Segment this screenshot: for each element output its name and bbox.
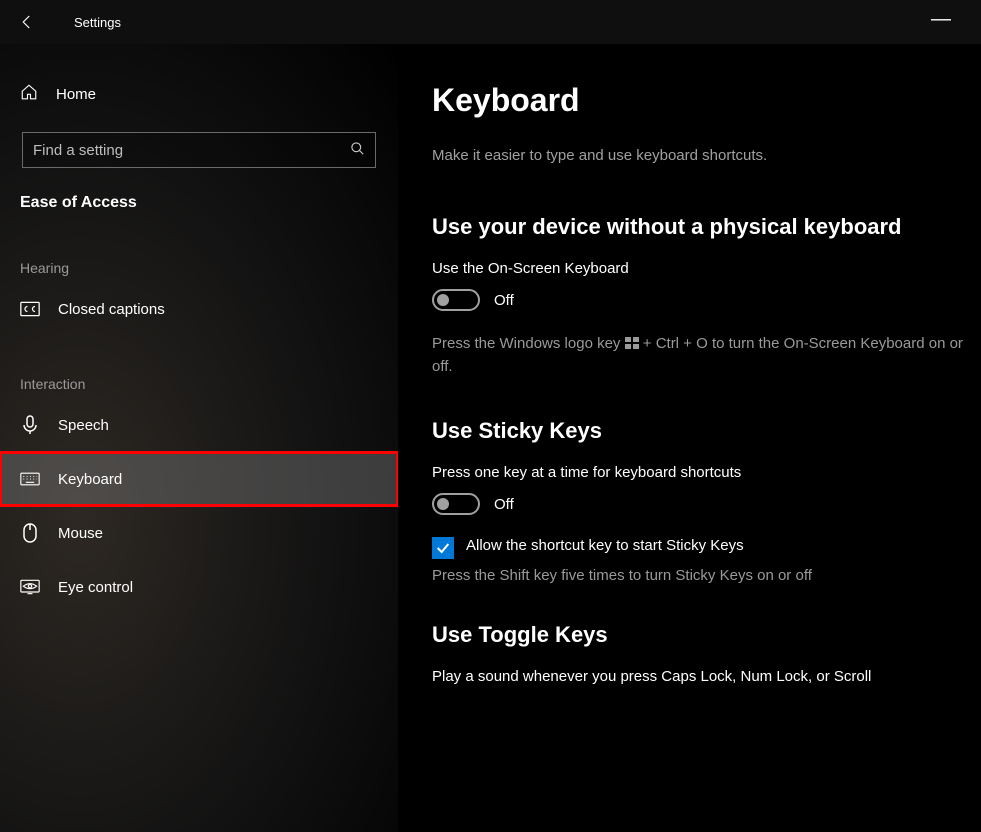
search-box[interactable] [22,132,376,168]
sticky-keys-state: Off [494,496,514,513]
keyboard-icon [20,472,40,486]
nav-home[interactable]: Home [0,70,398,118]
nav-eye-control-label: Eye control [58,579,133,596]
search-input[interactable] [33,142,350,159]
nav-speech-label: Speech [58,417,109,434]
nav-closed-captions-label: Closed captions [58,301,165,318]
section-sticky-keys-heading: Use Sticky Keys [432,418,969,444]
nav-keyboard[interactable]: Keyboard [0,452,398,506]
onscreen-keyboard-label: Use the On-Screen Keyboard [432,260,969,277]
onscreen-keyboard-toggle[interactable] [432,289,480,311]
onscreen-keyboard-state: Off [494,292,514,309]
back-button[interactable] [18,13,46,31]
nav-keyboard-label: Keyboard [58,471,122,488]
onscreen-keyboard-hint: Press the Windows logo key + Ctrl + O to… [432,333,969,378]
page-title: Keyboard [432,82,969,119]
titlebar: Settings — [0,0,981,44]
microphone-icon [20,415,40,435]
nav-mouse[interactable]: Mouse [0,506,398,560]
group-hearing: Hearing [0,220,398,282]
toggle-keys-desc: Play a sound whenever you press Caps Loc… [432,668,969,685]
nav-home-label: Home [56,86,96,103]
content-area: Keyboard Make it easier to type and use … [398,44,981,832]
eye-control-icon [20,579,40,595]
windows-key-icon [625,337,639,349]
nav-mouse-label: Mouse [58,525,103,542]
sticky-keys-toggle[interactable] [432,493,480,515]
nav-speech[interactable]: Speech [0,398,398,452]
sidebar: Home Ease of Access Hearing Closed capti… [0,44,398,832]
sticky-keys-label: Press one key at a time for keyboard sho… [432,464,969,481]
window-title: Settings [74,15,121,30]
sticky-keys-shortcut-checkbox[interactable] [432,537,454,559]
closed-captions-icon [20,301,40,317]
nav-closed-captions[interactable]: Closed captions [0,282,398,336]
page-subtitle: Make it easier to type and use keyboard … [432,147,969,164]
section-physical-keyboard-heading: Use your device without a physical keybo… [432,214,969,240]
nav-eye-control[interactable]: Eye control [0,560,398,614]
category-title: Ease of Access [0,168,398,220]
section-toggle-keys-heading: Use Toggle Keys [432,622,969,648]
sticky-keys-shortcut-label: Allow the shortcut key to start Sticky K… [466,537,744,554]
minimize-button[interactable]: — [931,8,951,37]
search-icon [350,141,365,159]
home-icon [20,83,38,105]
mouse-icon [20,523,40,543]
group-interaction: Interaction [0,336,398,398]
sticky-keys-hint: Press the Shift key five times to turn S… [432,565,969,588]
